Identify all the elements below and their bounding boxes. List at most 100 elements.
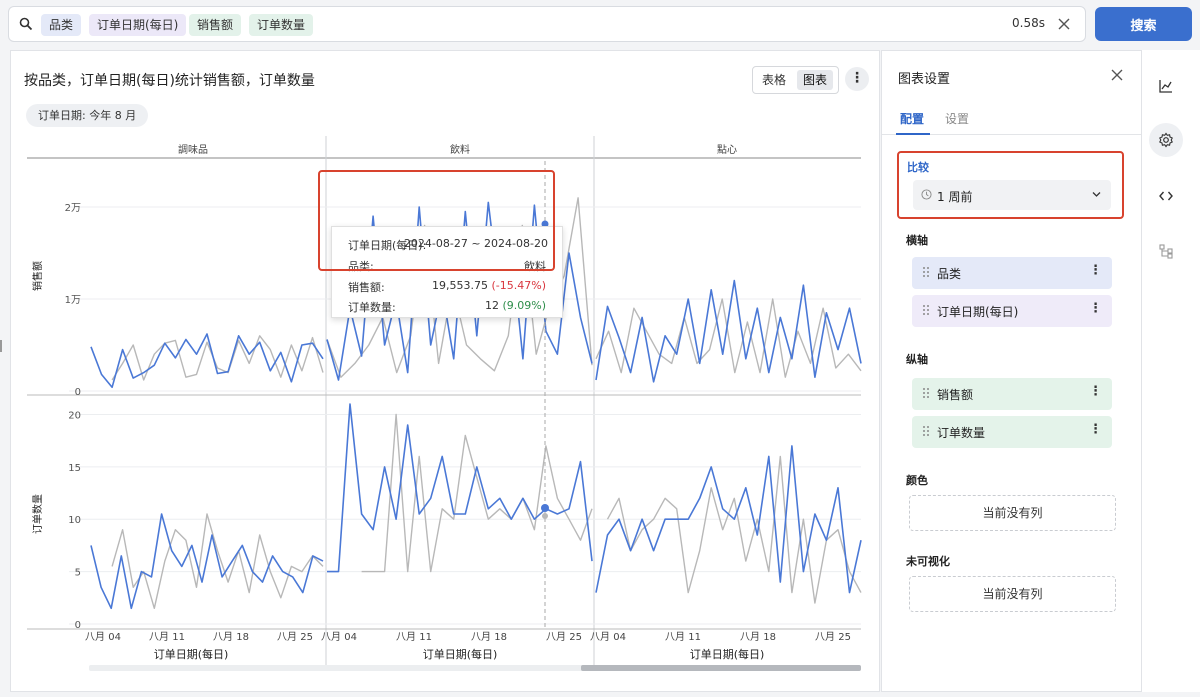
code-icon[interactable] (1158, 188, 1174, 204)
current-period-line (90, 513, 324, 610)
field-label: 订单数量 (937, 426, 986, 440)
facet-label: 飲料 (450, 143, 470, 156)
x-field-category[interactable]: 品类 ⋮ (912, 257, 1112, 289)
drag-handle-icon[interactable] (922, 387, 930, 399)
more-options-icon[interactable]: ⋮ (845, 67, 869, 91)
x-tick-label: 八月 25 (815, 631, 851, 643)
drag-handle-icon[interactable] (922, 266, 930, 278)
search-chip-order-date[interactable]: 订单日期(每日) (89, 14, 187, 36)
x-field-order-date[interactable]: 订单日期(每日) ⋮ (912, 295, 1112, 327)
tooltip-number: 19,553.75 (432, 279, 488, 292)
chart-settings-panel: 图表设置 配置 设置 比较 1 周前 横轴 品类 ⋮ 订单日期(每日) ⋮ 纵轴 (881, 50, 1142, 692)
field-menu-icon[interactable]: ⋮ (1089, 384, 1102, 399)
tooltip-key: 订单数量: (348, 301, 396, 314)
active-tab-indicator (896, 133, 930, 135)
tooltip-delta-negative: (-15.47%) (491, 279, 547, 292)
x-axis-title: 订单日期(每日) (154, 647, 229, 661)
hover-marker (541, 504, 549, 512)
y-tick-label: 0 (75, 620, 81, 631)
tooltip-row-order-count: 订单数量: 12 (9.09%) (342, 299, 552, 314)
invisible-label: 未可视化 (906, 555, 950, 568)
tab-settings[interactable]: 设置 (945, 110, 969, 127)
y-tick-label: 15 (68, 463, 81, 474)
tooltip-key: 销售额: (348, 281, 385, 294)
x-tick-label: 八月 18 (213, 631, 249, 643)
y-axis-label: 纵轴 (906, 353, 928, 366)
x-tick-label: 八月 04 (85, 631, 121, 643)
x-tick-label: 八月 18 (740, 631, 776, 643)
gear-icon[interactable] (1158, 132, 1174, 148)
tooltip-row-sales: 销售额: 19,553.75 (-15.47%) (342, 279, 552, 294)
compare-value: 1 周前 (937, 190, 973, 204)
clock-icon (921, 189, 932, 200)
page-title: 按品类，订单日期(每日)统计销售额，订单数量 (24, 73, 315, 89)
field-menu-icon[interactable]: ⋮ (1089, 301, 1102, 316)
compare-label: 比较 (907, 161, 929, 174)
x-tick-label: 八月 25 (277, 631, 313, 643)
hover-marker (542, 513, 548, 519)
field-menu-icon[interactable]: ⋮ (1089, 263, 1102, 278)
current-period-line (327, 403, 593, 573)
field-label: 订单日期(每日) (937, 305, 1019, 319)
date-filter-pill[interactable]: 订单日期: 今年 8 月 (26, 104, 149, 127)
y-tick-label: 0 (75, 387, 81, 398)
compare-select[interactable]: 1 周前 (913, 180, 1111, 210)
search-chip-order-count[interactable]: 订单数量 (249, 14, 314, 36)
y-axis-label: 订单数量 (31, 494, 44, 534)
y-axis-label: 销售额 (31, 261, 44, 291)
x-axis-title: 订单日期(每日) (423, 647, 498, 661)
field-label: 品类 (937, 267, 962, 281)
y-field-sales[interactable]: 销售额 ⋮ (912, 378, 1112, 410)
color-drop-zone[interactable]: 当前没有列 (909, 495, 1116, 531)
facet-label: 點心 (717, 143, 737, 156)
y-tick-label: 5 (75, 568, 81, 579)
x-tick-label: 八月 04 (590, 631, 626, 643)
invisible-drop-zone[interactable]: 当前没有列 (909, 576, 1116, 612)
color-label: 颜色 (906, 474, 928, 487)
x-tick-label: 八月 11 (396, 631, 432, 643)
search-icon (19, 17, 33, 31)
drag-handle-icon[interactable] (922, 304, 930, 316)
x-tick-label: 八月 11 (149, 631, 185, 643)
close-icon[interactable] (1111, 69, 1123, 81)
search-bar[interactable]: 品类 订单日期(每日) 销售额 订单数量 0.58s (8, 6, 1086, 42)
x-axis-title: 订单日期(每日) (690, 647, 765, 661)
x-tick-label: 八月 11 (665, 631, 701, 643)
resize-handle[interactable] (0, 340, 2, 352)
search-button[interactable]: 搜索 (1095, 7, 1192, 41)
y-tick-label: 20 (68, 410, 81, 421)
x-axis-label: 横轴 (906, 234, 928, 247)
y-tick-label: 2万 (65, 203, 81, 214)
tooltip-number: 12 (484, 299, 499, 312)
search-chip-sales[interactable]: 销售额 (189, 14, 242, 36)
settings-title: 图表设置 (898, 72, 951, 87)
y-tick-label: 1万 (65, 295, 81, 306)
view-toggle: 表格 图表 (752, 66, 839, 94)
tooltip-delta-positive: (9.09%) (502, 299, 546, 312)
y-tick-label: 10 (68, 515, 81, 526)
compare-section: 比较 1 周前 (897, 151, 1124, 219)
chart-icon[interactable] (1158, 78, 1174, 94)
chart-panel: 按品类，订单日期(每日)统计销售额，订单数量 表格 图表 ⋮ 订单日期: 今年 … (10, 50, 880, 692)
chart-view-button[interactable]: 图表 (797, 70, 834, 90)
previous-period-line (361, 413, 593, 573)
tooltip-value: 19,553.75 (-15.47%) (432, 279, 546, 292)
tooltip-value: 12 (9.09%) (485, 299, 546, 312)
field-label: 销售额 (937, 388, 974, 402)
table-view-button[interactable]: 表格 (756, 70, 792, 90)
x-tick-label: 八月 04 (321, 631, 357, 643)
field-menu-icon[interactable]: ⋮ (1089, 422, 1102, 437)
tooltip-highlight-frame (318, 170, 555, 271)
clear-icon[interactable] (1057, 17, 1071, 31)
tab-config[interactable]: 配置 (900, 110, 924, 127)
search-chip-category[interactable]: 品类 (41, 14, 82, 36)
hierarchy-icon[interactable] (1158, 243, 1174, 259)
horizontal-scrollbar-thumb (581, 665, 861, 671)
drag-handle-icon[interactable] (922, 425, 930, 437)
settings-tabs: 配置 设置 (882, 103, 1141, 135)
elapsed-time: 0.58s (1012, 16, 1045, 30)
x-tick-label: 八月 25 (546, 631, 582, 643)
icon-rail (1142, 50, 1200, 692)
x-tick-label: 八月 18 (471, 631, 507, 643)
y-field-order-count[interactable]: 订单数量 ⋮ (912, 416, 1112, 448)
